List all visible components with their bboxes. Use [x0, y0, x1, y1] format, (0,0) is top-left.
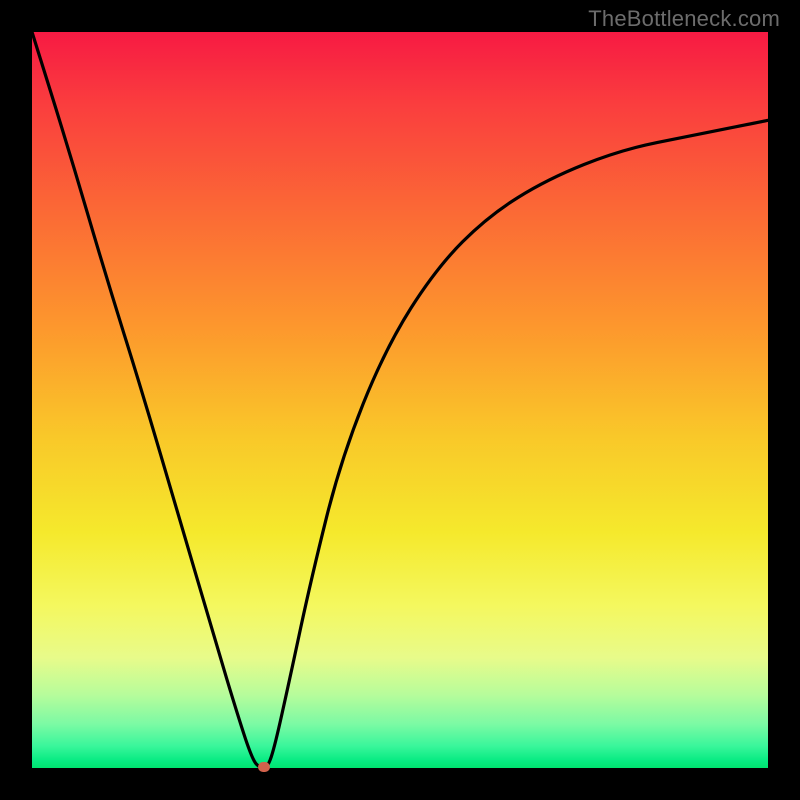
bottleneck-curve	[32, 32, 768, 768]
minimum-marker	[258, 762, 270, 772]
plot-area	[32, 32, 768, 768]
chart-frame: TheBottleneck.com	[0, 0, 800, 800]
watermark-text: TheBottleneck.com	[588, 6, 780, 32]
